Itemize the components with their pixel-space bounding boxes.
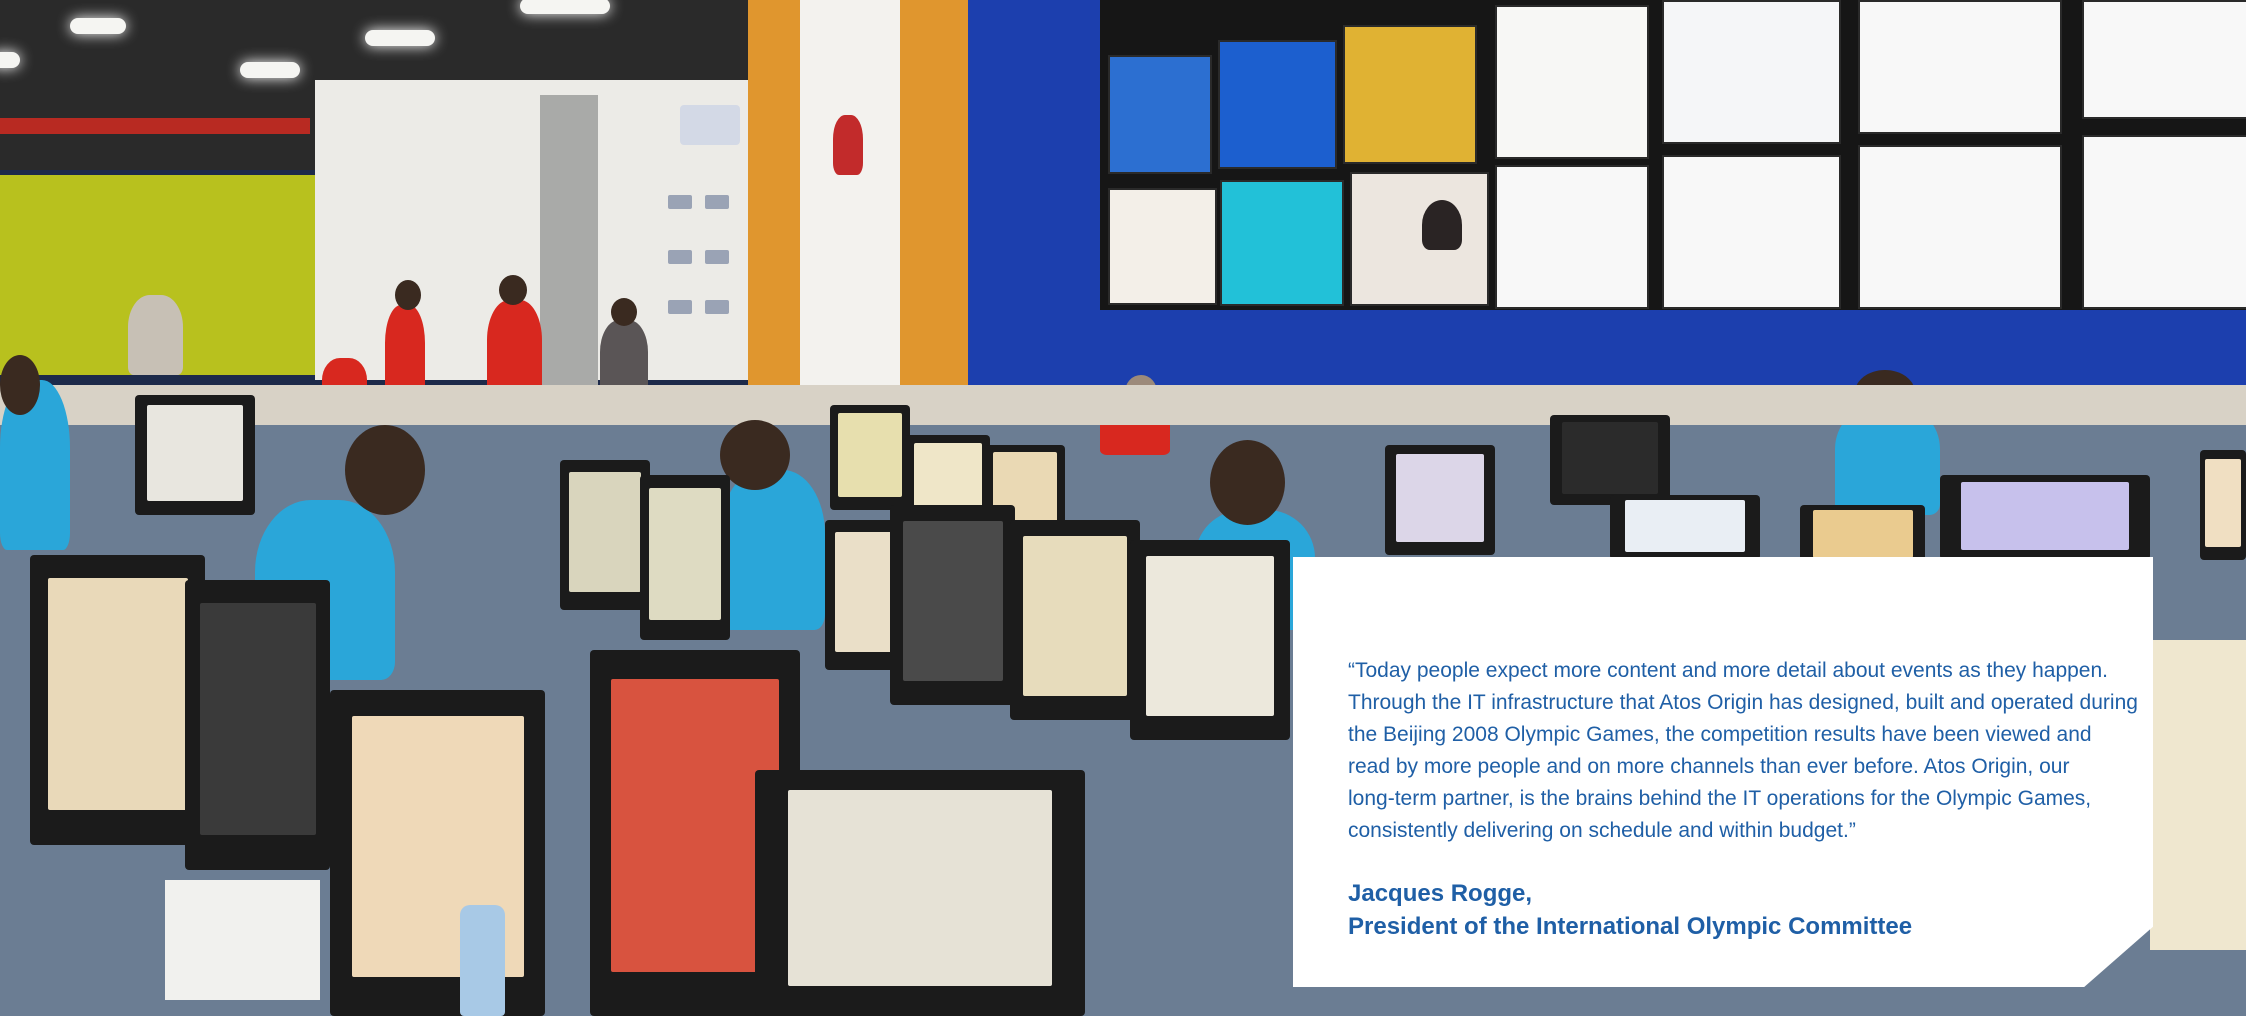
- water-bottle: [460, 905, 505, 1016]
- video-screen: [1858, 0, 2062, 134]
- desk-row: [0, 385, 2246, 425]
- red-pipe: [0, 118, 310, 134]
- quote-line: read by more people and on more channels…: [1348, 755, 2070, 778]
- ceiling-light: [240, 62, 300, 78]
- monitor: [330, 690, 545, 1016]
- monitor: [185, 580, 330, 870]
- quote-line: long-term partner, is the brains behind …: [1348, 787, 2092, 810]
- desk-sign: [165, 880, 320, 1000]
- orange-pillar: [748, 0, 800, 400]
- presenter: [1422, 200, 1462, 250]
- monitor: [1940, 475, 2150, 560]
- person-head: [1210, 440, 1285, 525]
- video-screen: [1220, 180, 1344, 306]
- video-wall: [1100, 0, 2246, 310]
- quote-line: the Beijing 2008 Olympic Games, the comp…: [1348, 723, 2092, 746]
- video-screen: [1495, 165, 1649, 309]
- video-screen: [1495, 5, 1649, 159]
- monitor: [1550, 415, 1670, 505]
- author-title: President of the International Olympic C…: [1348, 913, 1913, 940]
- person-head: [345, 425, 425, 515]
- person: [720, 470, 825, 630]
- person-head: [0, 355, 40, 415]
- video-screen: [1350, 172, 1489, 306]
- author-name: Jacques Rogge,: [1348, 880, 1533, 907]
- quote-line: “Today people expect more content and mo…: [1348, 659, 2108, 682]
- monitor: [830, 405, 910, 510]
- sponsor-logo: [668, 250, 692, 264]
- person-head: [611, 298, 637, 326]
- monitor: [2200, 450, 2246, 560]
- olympic-emblem: [833, 115, 863, 175]
- sponsor-logo: [705, 250, 729, 264]
- monitor: [1385, 445, 1495, 555]
- person-head: [499, 275, 527, 305]
- quote-text: “Today people expect more content and mo…: [1348, 655, 2138, 847]
- monitor: [135, 395, 255, 515]
- ceiling-light: [365, 30, 435, 46]
- video-screen: [2082, 135, 2246, 309]
- sponsor-logo: [705, 300, 729, 314]
- sponsor-logo: [705, 195, 729, 209]
- video-screen: [1662, 0, 1841, 144]
- sponsor-logo: [668, 195, 692, 209]
- person: [128, 295, 183, 375]
- wall-logo: [680, 105, 740, 145]
- quote-attribution: Jacques Rogge, President of the Internat…: [1348, 877, 1912, 943]
- video-screen: [1218, 40, 1337, 169]
- monitor: [1610, 495, 1760, 560]
- ceiling-light: [70, 18, 126, 34]
- video-screen: [1108, 55, 1212, 174]
- quote-card: “Today people expect more content and mo…: [1293, 557, 2153, 987]
- monitor: [560, 460, 650, 610]
- quote-line: Through the IT infrastructure that Atos …: [1348, 691, 2138, 714]
- monitor: [2150, 640, 2246, 950]
- monitor: [1800, 505, 1925, 565]
- ceiling-light: [520, 0, 610, 14]
- video-screen: [1858, 145, 2062, 309]
- video-screen: [1343, 25, 1477, 164]
- video-screen: [2082, 0, 2246, 119]
- sponsor-logo: [668, 300, 692, 314]
- video-screen: [1662, 155, 1841, 309]
- orange-pillar: [900, 0, 970, 400]
- video-screen: [1108, 188, 1217, 305]
- person-head: [395, 280, 421, 310]
- monitor: [30, 555, 205, 845]
- monitor: [755, 770, 1085, 1016]
- ceiling-light: [0, 52, 20, 68]
- person-head: [720, 420, 790, 490]
- white-pillar: [800, 0, 900, 400]
- monitor: [1130, 540, 1290, 740]
- monitor: [1010, 520, 1140, 720]
- quote-line: consistently delivering on schedule and …: [1348, 819, 1856, 842]
- monitor: [890, 505, 1015, 705]
- monitor: [640, 475, 730, 640]
- grey-column: [540, 95, 598, 385]
